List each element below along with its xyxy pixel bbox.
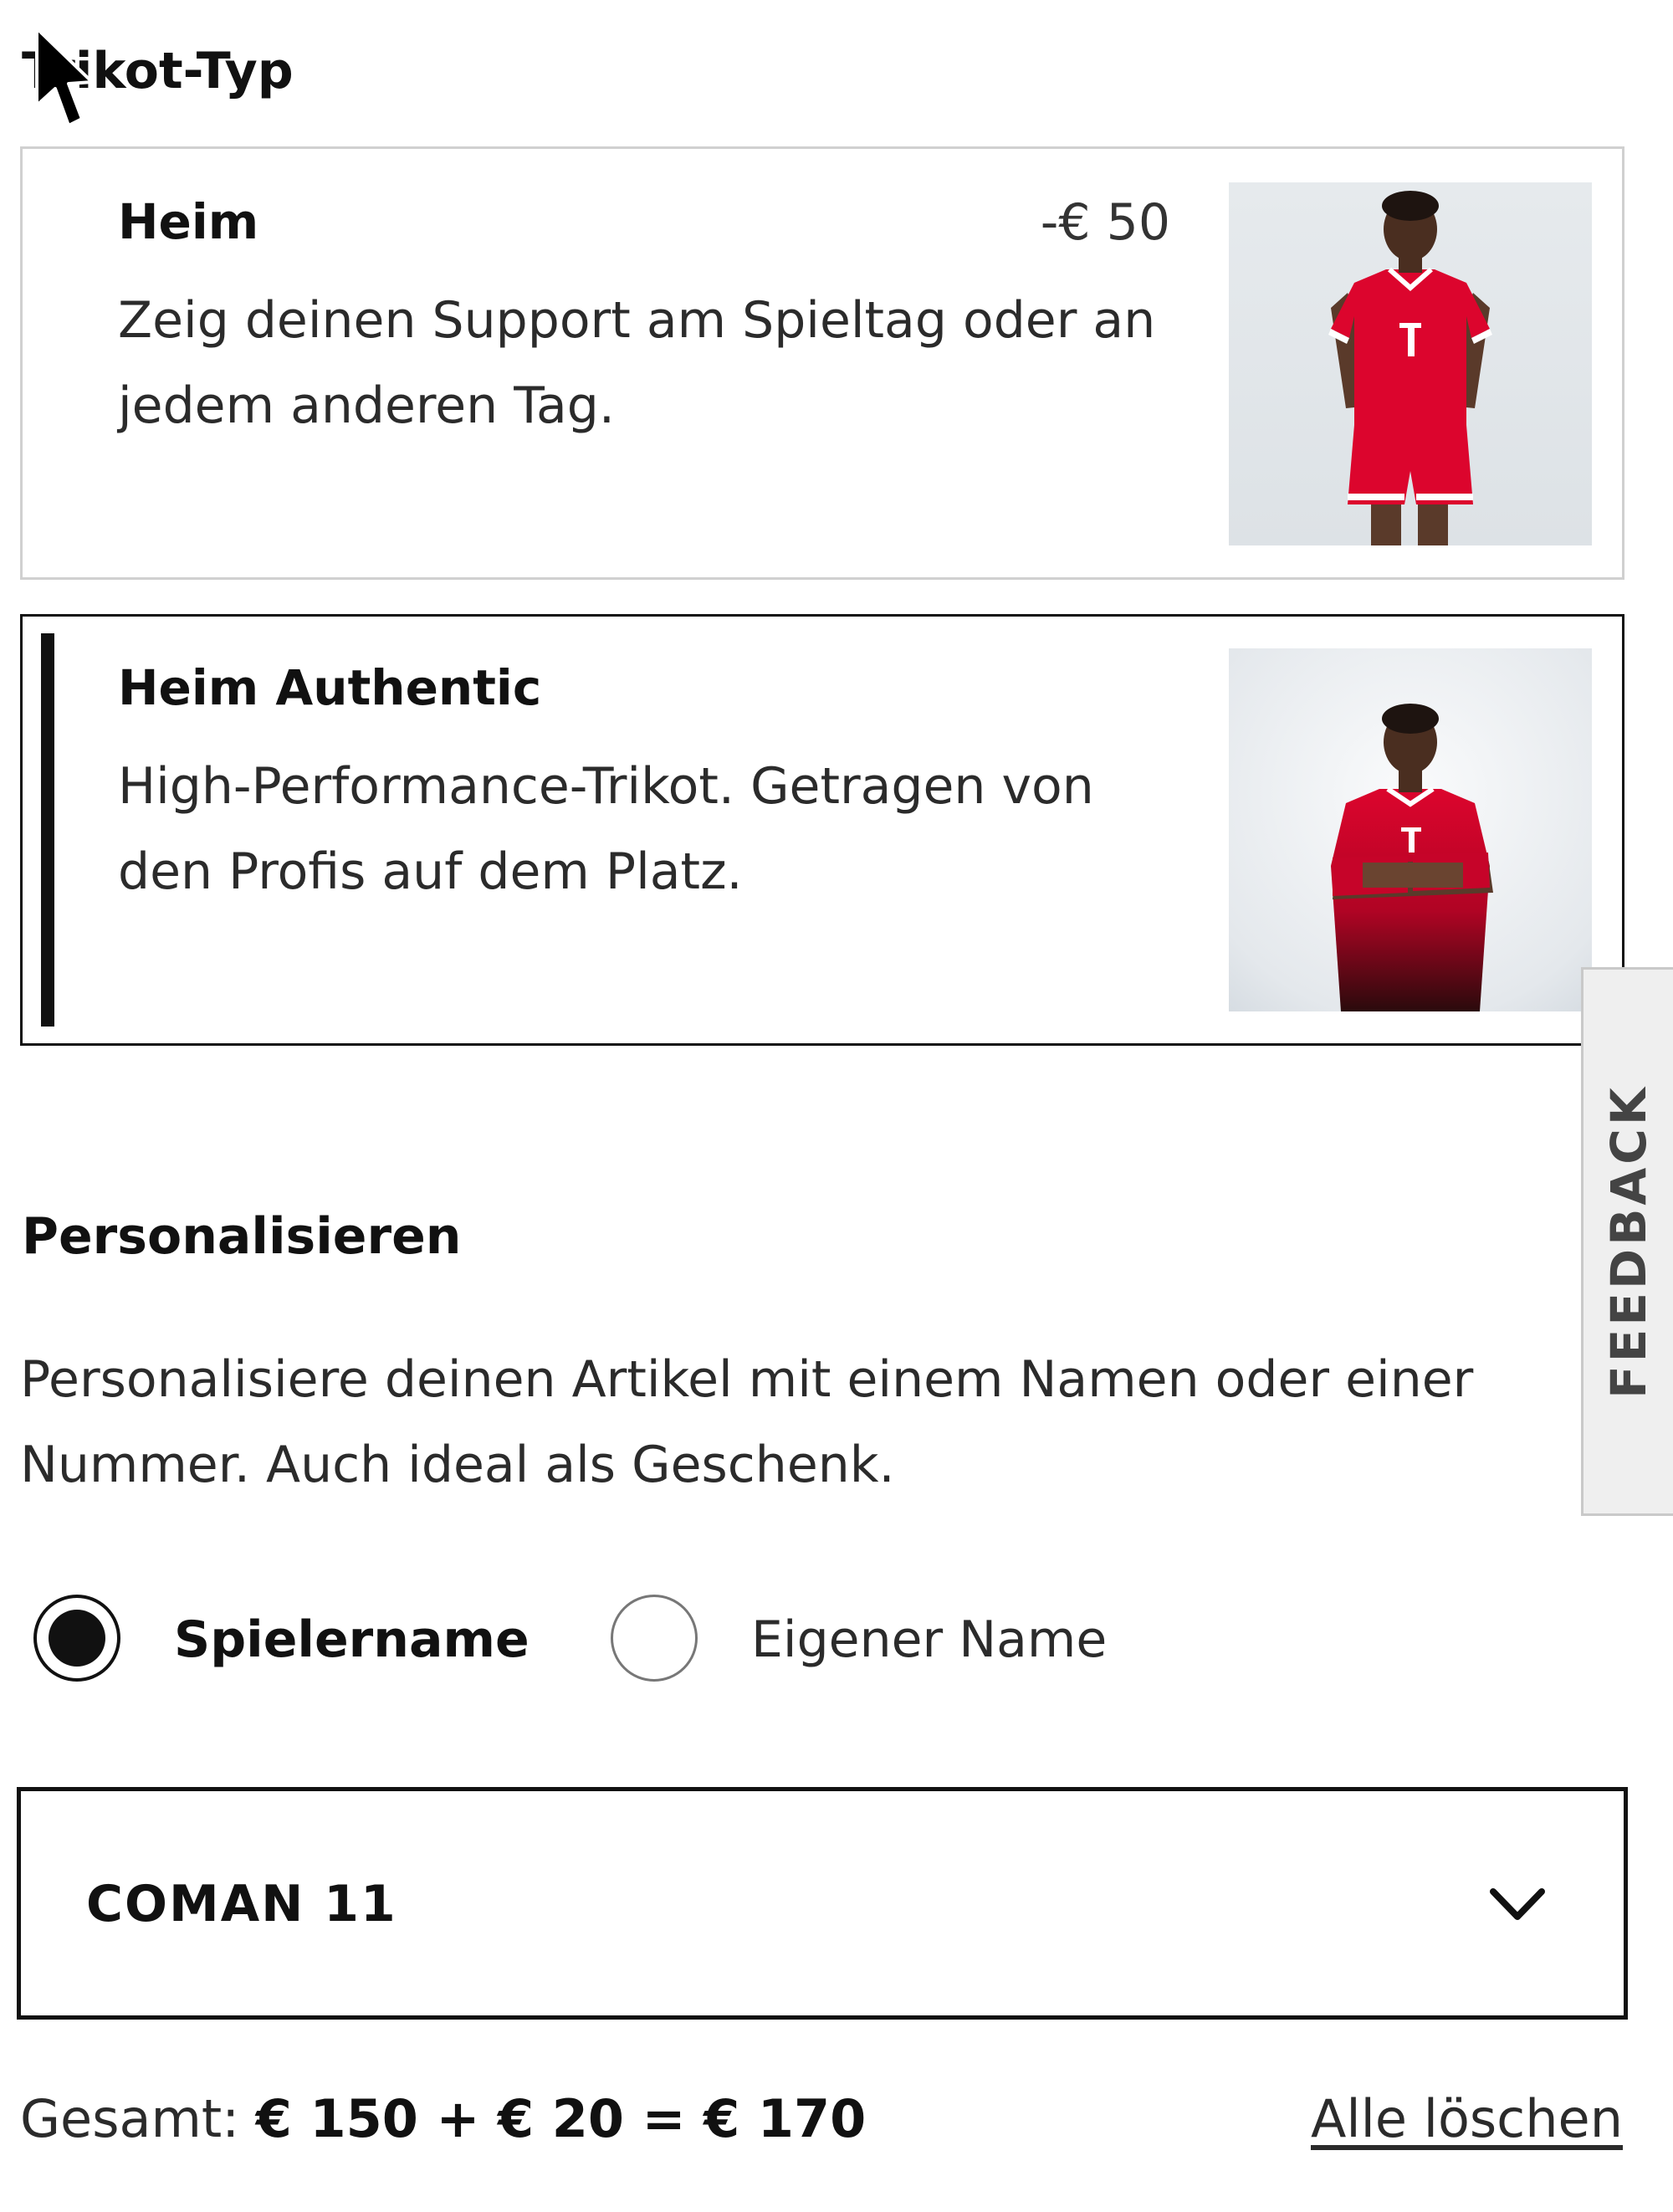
total-amount: € 150 + € 20 = € 170 [255,2088,867,2149]
selected-indicator-bar [41,633,54,1027]
option-name: Heim Authentic [118,659,542,716]
radio-label: Eigener Name [751,1610,1108,1669]
feedback-label: FEEDBACK [1599,1084,1657,1399]
personalize-title: Personalisieren [22,1207,462,1266]
personalize-intro-line-1: Personalisiere deinen Artikel mit einem … [20,1350,1474,1409]
option-description: High-Performance-Trikot. Getragen von de… [118,757,1094,901]
jersey-option-heim[interactable]: Heim -€ 50 Zeig deinen Support am Spielt… [20,146,1624,580]
radio-checked-icon[interactable] [33,1595,120,1682]
option-description: Zeig deinen Support am Spieltag oder an … [118,291,1156,435]
jersey-option-heim-authentic[interactable]: Heim Authentic High-Performance-Trikot. … [20,614,1624,1046]
radio-unchecked-icon[interactable] [611,1595,698,1682]
total-label: Gesamt: [20,2088,240,2149]
personalize-intro-line-2: Nummer. Auch ideal als Geschenk. [20,1436,895,1494]
player-select-dropdown[interactable]: COMAN 11 [17,1787,1628,2020]
feedback-tab[interactable]: FEEDBACK [1581,967,1673,1516]
player-authentic-jersey-image [1229,648,1592,1011]
jersey-type-title: Trikot-Typ [22,42,294,100]
option-price-delta: -€ 50 [1040,193,1170,252]
radio-option-player-name[interactable]: Spielername [33,1595,552,1687]
player-select-value: COMAN 11 [86,1875,397,1933]
radio-option-own-name[interactable]: Eigener Name [611,1595,1196,1687]
total-summary: Gesamt: € 150 + € 20 = € 170 [20,2093,866,2145]
option-name: Heim [118,193,259,250]
radio-label: Spielername [174,1610,530,1669]
chevron-down-icon[interactable] [1488,1883,1547,1925]
clear-all-link[interactable]: Alle löschen [1311,2093,1623,2145]
personalize-intro: Personalisiere deinen Artikel mit einem … [20,1337,1609,1508]
player-home-jersey-image [1229,182,1592,545]
